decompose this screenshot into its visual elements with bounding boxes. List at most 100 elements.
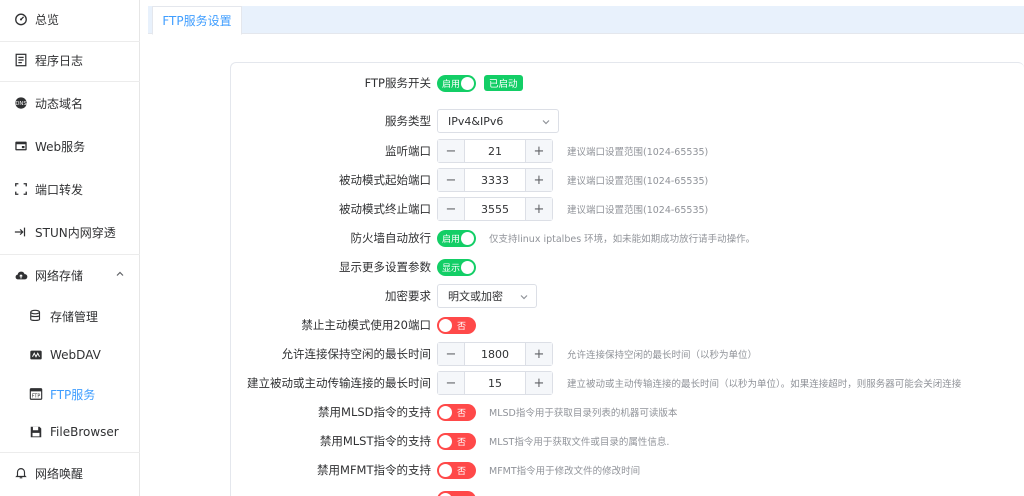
select-value: IPv4&IPv6: [448, 114, 504, 128]
switch-knob: [439, 405, 452, 419]
field-label: 防火墙自动放行: [350, 231, 432, 245]
status-badge: 已启动: [484, 75, 523, 91]
switch-knob: [461, 260, 474, 274]
switch-text: 否: [457, 408, 467, 419]
field-hint: 建议端口设置范围(1024-65535): [567, 147, 709, 158]
sidebar-item-label: 动态域名: [35, 96, 84, 111]
form-row-encryption: 加密要求 明文或加密: [231, 284, 1024, 308]
stepper-value[interactable]: 21: [465, 140, 525, 162]
stepper-value[interactable]: 3333: [465, 169, 525, 191]
port-forward-icon: [13, 181, 29, 197]
divider: [0, 81, 140, 82]
log-icon: [13, 52, 29, 68]
firewall-switch[interactable]: 启用: [437, 229, 476, 247]
field-label: 禁用MLSD指令的支持: [318, 405, 431, 419]
ftp-service-switch[interactable]: 启用: [437, 74, 476, 92]
sidebar-item-webdav[interactable]: WebDAV: [0, 336, 140, 374]
sidebar-item-logs[interactable]: 程序日志: [0, 41, 140, 79]
switch-knob: [461, 231, 474, 245]
passive-start-port-stepper: − 3333 +: [437, 168, 553, 192]
mfmt-switch[interactable]: 否: [437, 461, 476, 479]
sidebar-item-stun[interactable]: STUN内网穿透: [0, 213, 140, 251]
field-label: 加密要求: [385, 289, 431, 303]
chevron-up-icon: [116, 271, 124, 276]
field-label: 服务类型: [385, 114, 431, 128]
idle-time-stepper: − 1800 +: [437, 342, 553, 366]
sidebar-item-filebrowser[interactable]: FileBrowser: [0, 413, 140, 451]
ftp-icon: FTP: [28, 386, 44, 402]
tab-ftp-settings[interactable]: FTP服务设置: [152, 6, 242, 35]
sidebar-item-overview[interactable]: 总览: [0, 0, 140, 38]
ddns-icon: DNS: [13, 95, 29, 111]
increment-button[interactable]: +: [525, 198, 552, 220]
tab-bar: FTP服务设置: [148, 6, 1024, 35]
increment-button[interactable]: +: [525, 372, 552, 394]
field-label: 被动模式终止端口: [339, 202, 431, 216]
form-row-passive-start: 被动模式起始端口 − 3333 + 建议端口设置范围(1024-65535): [231, 168, 1024, 192]
switch-text: 否: [457, 437, 467, 448]
storage-manage-icon: [28, 308, 44, 324]
field-label: 被动模式起始端口: [339, 173, 431, 187]
sidebar-item-ddns[interactable]: DNS 动态域名: [0, 84, 140, 122]
increment-button[interactable]: +: [525, 140, 552, 162]
form-row-mlsd: 禁用MLSD指令的支持 否 MLSD指令用于获取目录列表的机器可读版本: [231, 400, 1024, 424]
dashboard-icon: [13, 11, 29, 27]
form-row-no-port20: 禁止主动模式使用20端口 否: [231, 313, 1024, 337]
form-row-mfmt: 禁用MFMT指令的支持 否 MFMT指令用于修改文件的修改时间: [231, 458, 1024, 482]
settings-form: FTP服务开关 启用 已启动 服务类型 IPv4&IPv6 监听端口 − 21 …: [230, 62, 1024, 496]
field-label: 建立被动或主动传输连接的最长时间: [247, 376, 431, 390]
web-icon: [13, 138, 29, 154]
sidebar-item-label: 网络唤醒: [35, 466, 84, 481]
switch-knob: [439, 492, 452, 496]
switch-text: 否: [457, 466, 467, 477]
field-label: 显示更多设置参数: [339, 260, 431, 274]
field-label: 禁用MLST指令的支持: [319, 434, 431, 448]
field-label: 禁止主动模式使用20端口: [301, 318, 431, 332]
field-hint: 仅支持linux iptalbes 环境，如未能如期成功放行请手动操作。: [489, 234, 756, 245]
listen-port-stepper: − 21 +: [437, 139, 553, 163]
svg-text:FTP: FTP: [32, 394, 41, 400]
decrement-button[interactable]: −: [438, 343, 465, 365]
mlst-switch[interactable]: 否: [437, 432, 476, 450]
mlsd-switch[interactable]: 否: [437, 403, 476, 421]
stepper-value[interactable]: 1800: [465, 343, 525, 365]
form-row-ftp-switch: FTP服务开关 启用 已启动: [231, 71, 1024, 95]
svg-text:DNS: DNS: [15, 101, 27, 107]
bell-icon: [13, 465, 29, 481]
decrement-button[interactable]: −: [438, 372, 465, 394]
encryption-select[interactable]: 明文或加密: [437, 284, 537, 308]
decrement-button[interactable]: −: [438, 198, 465, 220]
sidebar-item-ftp[interactable]: FTP FTP服务: [0, 375, 140, 413]
sidebar-item-web[interactable]: Web服务: [0, 127, 140, 165]
field-hint: 建立被动或主动传输连接的最长时间（以秒为单位）。如果连接超时，则服务器可能会关闭…: [567, 379, 962, 390]
chevron-down-icon: [520, 295, 528, 300]
cutoff-switch[interactable]: [437, 490, 476, 496]
decrement-button[interactable]: −: [438, 169, 465, 191]
sidebar-item-label: 存储管理: [50, 309, 99, 324]
sidebar-item-wol[interactable]: 网络唤醒: [0, 454, 140, 492]
decrement-button[interactable]: −: [438, 140, 465, 162]
sidebar-item-storage-manage[interactable]: 存储管理: [0, 297, 140, 335]
sidebar-item-port-forward[interactable]: 端口转发: [0, 170, 140, 208]
field-hint: 建议端口设置范围(1024-65535): [567, 205, 709, 216]
sidebar-item-label: WebDAV: [50, 348, 101, 362]
field-label: FTP服务开关: [364, 76, 431, 90]
form-row-listen-port: 监听端口 − 21 + 建议端口设置范围(1024-65535): [231, 139, 1024, 163]
service-type-select[interactable]: IPv4&IPv6: [437, 109, 559, 133]
no-port20-switch[interactable]: 否: [437, 316, 476, 334]
main-content: FTP服务设置 FTP服务开关 启用 已启动 服务类型 IPv4&IPv6 监听…: [148, 0, 1024, 496]
sidebar-item-label: 网络存储: [35, 268, 84, 283]
more-params-switch[interactable]: 显示: [437, 258, 476, 276]
switch-text: 否: [457, 321, 467, 332]
stepper-value[interactable]: 15: [465, 372, 525, 394]
sidebar-item-network-storage[interactable]: 网络存储: [0, 256, 140, 294]
switch-knob: [461, 76, 474, 90]
sidebar-item-label: 程序日志: [35, 53, 84, 68]
field-hint: 建议端口设置范围(1024-65535): [567, 176, 709, 187]
increment-button[interactable]: +: [525, 169, 552, 191]
switch-text: 显示: [442, 263, 461, 274]
increment-button[interactable]: +: [525, 343, 552, 365]
webdav-icon: [28, 347, 44, 363]
form-row-cutoff: [231, 487, 1024, 496]
stepper-value[interactable]: 3555: [465, 198, 525, 220]
